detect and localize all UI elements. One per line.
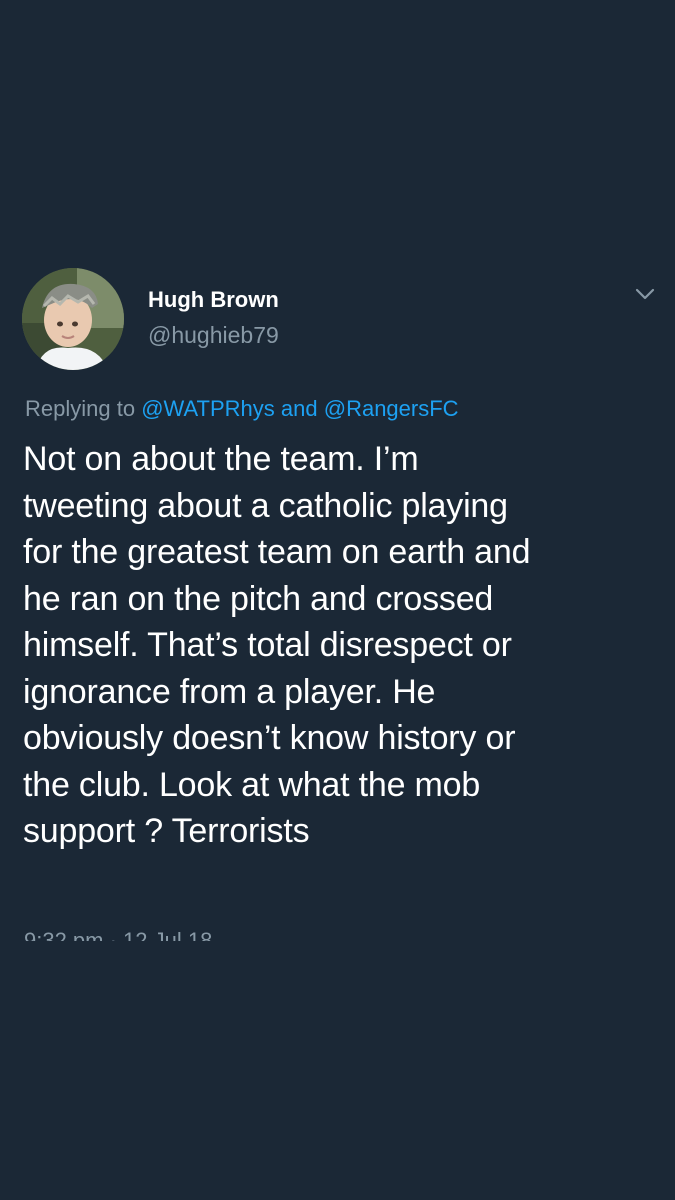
tweet-timestamp[interactable]: 9:32 pm · 12 Jul 18 xyxy=(24,926,212,941)
tweet-text-line: support ? Terrorists xyxy=(23,812,310,850)
avatar[interactable] xyxy=(22,268,124,370)
display-name[interactable]: Hugh Brown xyxy=(148,286,279,314)
tweet-text: Not on about the team. I’m tweeting abou… xyxy=(23,436,658,855)
reply-mention-rangersfc[interactable]: @RangersFC xyxy=(324,396,459,421)
replying-to-label: Replying to xyxy=(25,396,136,421)
tweet-text-line: ignorance from a player. He xyxy=(23,672,436,711)
tweet-text-line: he ran on the pitch and crossed xyxy=(23,579,494,618)
tweet-text-line: the club. Look at what the mob xyxy=(23,765,481,804)
tweet-text-line: himself. That’s total disrespect or xyxy=(23,626,512,664)
reply-mention-watprhys[interactable]: @WATPRhys xyxy=(141,396,275,421)
reply-conjunction: and xyxy=(280,396,318,421)
tweet-header: Hugh Brown @hughieb79 xyxy=(22,268,662,372)
tweet: Hugh Brown @hughieb79 Replying to @WATPR… xyxy=(22,268,662,941)
user-handle[interactable]: @hughieb79 xyxy=(148,320,279,350)
replying-to: Replying to @WATPRhys and @RangersFC xyxy=(25,394,459,424)
avatar-photo xyxy=(22,268,124,370)
user-names: Hugh Brown @hughieb79 xyxy=(148,286,279,350)
tweet-text-line: tweeting about a catholic playing xyxy=(23,486,508,525)
tweet-text-line: obviously doesn’t know history or xyxy=(23,719,516,757)
tweet-text-line: Not on about the team. I’m xyxy=(23,440,419,478)
chevron-down-icon[interactable] xyxy=(632,284,658,304)
tweet-text-line: for the greatest team on earth and xyxy=(23,533,531,571)
